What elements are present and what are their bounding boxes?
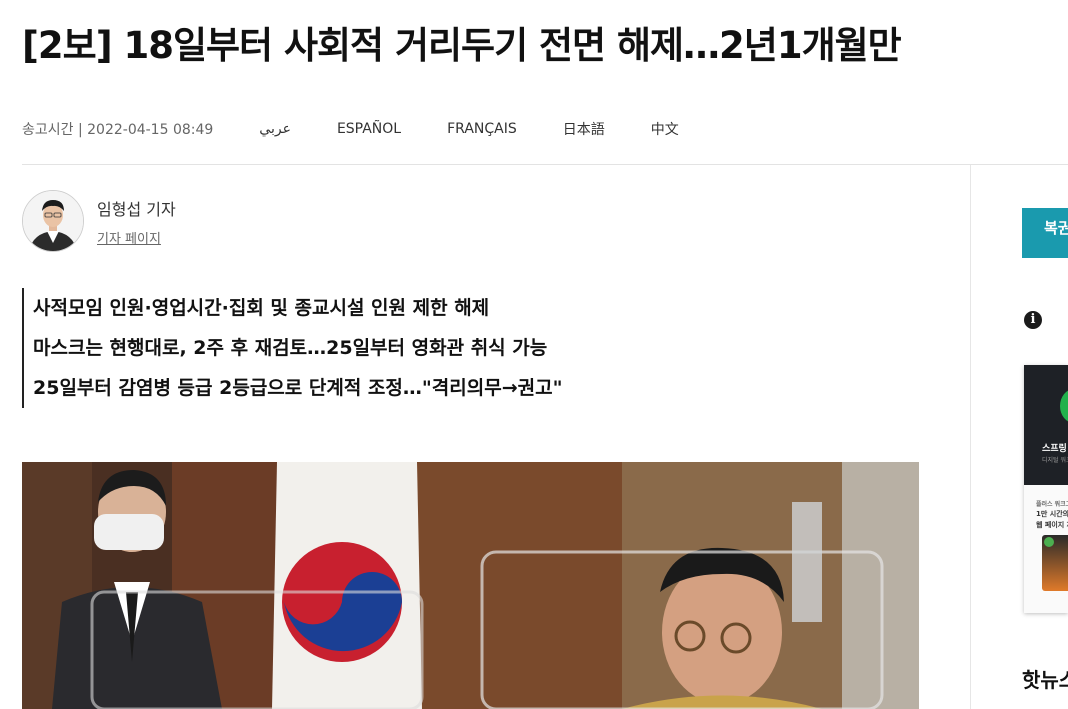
lang-link-arabic[interactable]: عربي [259, 121, 291, 137]
reporter-name: 임형섭 기자 [97, 200, 176, 219]
ad-line: 1만 시간의 [1036, 510, 1068, 518]
ad-badge-icon [1044, 537, 1054, 547]
sidebar-ad[interactable]: 스프링 디지털 워크 플러스 워크그룹 1만 시간의 웹 페이지 제작 [1024, 365, 1068, 613]
summary-line: 사적모임 인원·영업시간·집회 및 종교시설 인원 제한 해제 [33, 297, 490, 319]
ad-logo-circle [1060, 389, 1068, 423]
article-summary: 사적모임 인원·영업시간·집회 및 종교시설 인원 제한 해제 마스크는 현행대… [22, 288, 933, 408]
article-photo[interactable] [22, 462, 919, 709]
ad-title: 스프링 [1042, 444, 1067, 454]
ad-line: 플러스 워크그룹 [1036, 501, 1068, 508]
reporter-page-link[interactable]: 기자 페이지 [97, 228, 161, 247]
lang-link-french[interactable]: FRANÇAIS [447, 121, 517, 137]
ad-banner-top: 스프링 디지털 워크 [1024, 365, 1068, 485]
send-time: 송고시간 | 2022-04-15 08:49 [22, 122, 214, 138]
article-meta: 송고시간 | 2022-04-15 08:49 عربي ESPAÑOL FRA… [22, 118, 679, 140]
lang-link-chinese[interactable]: 中文 [651, 119, 679, 139]
reporter-avatar[interactable] [22, 190, 84, 252]
summary-line: 마스크는 현행대로, 2주 후 재검토…25일부터 영화관 취식 가능 [33, 337, 548, 359]
header-divider [22, 164, 1068, 165]
hot-news-heading: 핫뉴스 [1022, 668, 1068, 692]
lang-link-japanese[interactable]: 日本語 [563, 119, 605, 139]
lottery-button[interactable]: 복권 [1022, 208, 1068, 258]
sidebar-divider [970, 165, 971, 709]
lang-link-spanish[interactable]: ESPAÑOL [337, 121, 401, 137]
summary-line: 25일부터 감염병 등급 2등급으로 단계적 조정…"격리의무→권고" [33, 377, 563, 399]
ad-subtitle: 디지털 워크 [1042, 457, 1068, 464]
article-headline: [2보] 18일부터 사회적 거리두기 전면 해제…2년1개월만 [22, 24, 902, 67]
info-icon[interactable]: i [1024, 311, 1042, 329]
ad-line: 웹 페이지 제작 [1036, 521, 1068, 529]
